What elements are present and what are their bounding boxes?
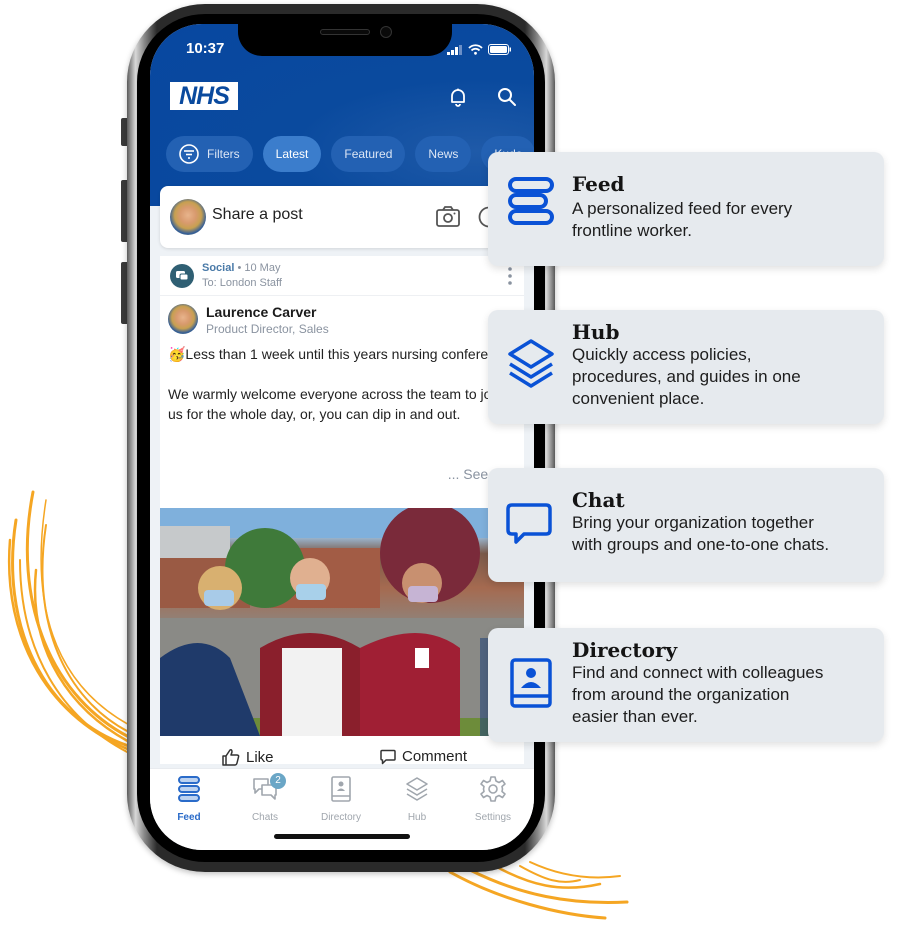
author-avatar[interactable] [168, 304, 198, 334]
tab-settings[interactable]: Settings [458, 775, 528, 823]
comment-label: Comment [402, 748, 468, 765]
tab-label: Feed [177, 812, 201, 823]
kebab-menu-icon[interactable] [508, 266, 512, 286]
feed-icon [508, 177, 554, 225]
chats-unread-badge: 2 [270, 773, 286, 789]
feed-post: Social • 10 May To: London Staff Laurenc… [160, 256, 524, 766]
social-channel-icon [170, 264, 194, 288]
like-label: Like [246, 748, 274, 766]
feature-card-chat: Chat Bring your organization together wi… [488, 468, 884, 582]
post-photo[interactable] [160, 508, 524, 736]
post-channel[interactable]: Social [202, 262, 234, 274]
feature-title: Chat [572, 488, 625, 512]
feed-icon [178, 776, 200, 802]
chip-label: Latest [275, 147, 309, 161]
home-indicator [274, 834, 410, 839]
chip-filters[interactable]: Filters [166, 136, 253, 172]
search-icon[interactable] [496, 86, 518, 108]
chip-news[interactable]: News [415, 136, 472, 172]
feature-description: Find and connect with colleagues from ar… [572, 663, 824, 726]
comment-button[interactable]: Comment [380, 748, 467, 765]
status-time: 10:37 [186, 40, 225, 57]
thumbs-up-icon [222, 749, 240, 766]
tab-label: Directory [320, 812, 361, 823]
settings-icon [480, 776, 506, 802]
chip-latest[interactable]: Latest [262, 136, 322, 172]
comment-icon [380, 749, 396, 764]
tab-chats[interactable]: 2 Chats [230, 773, 300, 823]
wifi-icon [468, 44, 483, 55]
share-post-composer[interactable]: Share a post [160, 186, 524, 248]
layers-icon [508, 339, 554, 388]
front-camera [380, 26, 392, 38]
signal-icon [447, 44, 462, 55]
post-audience: To: London Staff [202, 277, 282, 289]
author-name[interactable]: Laurence Carver [206, 304, 317, 320]
feature-description: Bring your organization together with gr… [572, 513, 830, 554]
nhs-logo[interactable]: NHS [170, 82, 238, 110]
tab-label: Hub [407, 812, 427, 823]
chat-bubble-icon [506, 503, 552, 544]
speaker-grille [320, 29, 370, 35]
battery-icon [488, 44, 511, 55]
chip-label: Filters [207, 147, 240, 161]
user-avatar [170, 199, 206, 235]
filter-chips: Filters Latest Featured News Kudo [166, 136, 534, 172]
chip-label: Featured [344, 147, 393, 161]
phone-notch [238, 20, 452, 56]
bell-icon[interactable] [447, 86, 469, 108]
camera-icon[interactable] [436, 206, 460, 228]
directory-icon [331, 776, 351, 802]
author-role: Product Director, Sales [206, 322, 329, 336]
tab-feed[interactable]: Feed [154, 775, 224, 823]
post-date: 10 May [244, 262, 281, 274]
feature-card-directory: Directory Find and connect with colleagu… [488, 628, 884, 742]
contact-book-icon [510, 658, 552, 708]
feature-description: A personalized feed for every frontline … [572, 199, 793, 240]
like-button[interactable]: Like [222, 748, 274, 766]
nurses-photo [160, 508, 524, 736]
chip-featured[interactable]: Featured [331, 136, 406, 172]
post-body: 🥳Less than 1 week until this years nursi… [168, 346, 515, 422]
filter-icon [179, 144, 199, 164]
feature-title: Hub [572, 320, 620, 344]
feature-title: Directory [572, 638, 678, 662]
feature-description: Quickly access policies, procedures, and… [572, 345, 801, 408]
tab-directory[interactable]: Directory [306, 775, 376, 823]
feature-card-feed: Feed A personalized feed for every front… [488, 152, 884, 266]
chip-label: News [428, 147, 459, 161]
hub-icon [406, 777, 428, 801]
phone-screen: 10:37 NHS Filters Latest Featured News K… [150, 24, 534, 850]
status-icons [447, 44, 512, 55]
feature-card-hub: Hub Quickly access policies, procedures,… [488, 310, 884, 424]
post-meta: Social • 10 May To: London Staff [160, 256, 524, 296]
tab-label: Settings [474, 812, 512, 823]
tab-label: Chats [251, 812, 279, 823]
post-channel-date: Social • 10 May [202, 262, 281, 274]
tab-hub[interactable]: Hub [382, 775, 452, 823]
feature-title: Feed [572, 172, 625, 196]
share-post-placeholder[interactable]: Share a post [212, 206, 303, 224]
